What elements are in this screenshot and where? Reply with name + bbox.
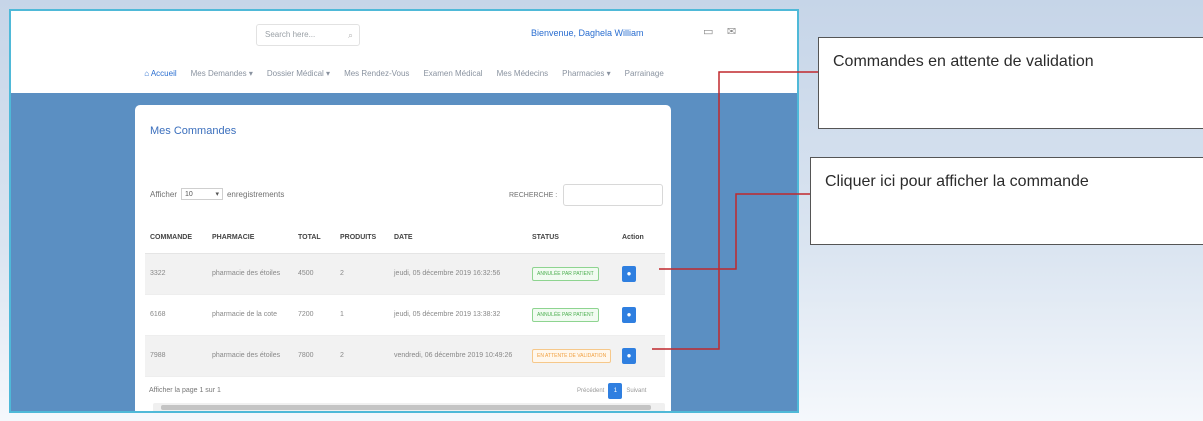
caret-down-icon: ▾ — [215, 191, 219, 198]
nav-item-accueil[interactable]: ⌂ Accueil — [144, 69, 176, 78]
cell-total: 4500 — [293, 253, 335, 295]
nav-item-mes-medecins[interactable]: Mes Médecins — [497, 69, 549, 78]
col-produits[interactable]: PRODUITS — [335, 223, 389, 254]
cell-produits: 2 — [335, 335, 389, 377]
id-card-icon[interactable]: ▭ — [703, 25, 713, 38]
cell-status: EN ATTENTE DE VALIDATION — [527, 335, 617, 377]
main-nav: ⌂ Accueil Mes Demandes ▾ Dossier Médical… — [11, 69, 797, 78]
cell-produits: 2 — [335, 253, 389, 295]
scrollbar-thumb[interactable] — [161, 405, 651, 410]
cell-date: jeudi, 05 décembre 2019 13:38:32 — [389, 294, 527, 336]
length-prefix: Afficher — [150, 189, 177, 199]
page-length-select[interactable]: 10 ▾ — [180, 188, 223, 200]
cell-status: ANNULÉE PAR PATIENT — [527, 294, 617, 336]
cell-produits: 1 — [335, 294, 389, 336]
nav-item-pharmacies[interactable]: Pharmacies ▾ — [562, 69, 610, 78]
cell-total: 7200 — [293, 294, 335, 336]
cell-date: jeudi, 05 décembre 2019 16:32:56 — [389, 253, 527, 295]
col-date[interactable]: DATE — [389, 223, 527, 254]
horizontal-scrollbar[interactable] — [153, 403, 665, 411]
nav-item-mes-demandes[interactable]: Mes Demandes ▾ — [191, 69, 253, 78]
status-badge: ANNULÉE PAR PATIENT — [532, 266, 599, 281]
length-suffix: enregistrements — [226, 189, 285, 199]
search-input[interactable]: Search here... ⌕ — [256, 24, 360, 46]
cell-pharmacie: pharmacie des étoiles — [207, 253, 293, 295]
table-search: RECHERCHE : — [509, 184, 664, 206]
eye-icon: ● — [626, 268, 632, 278]
nav-item-parrainage[interactable]: Parrainage — [625, 69, 664, 78]
col-commande[interactable]: COMMANDE — [145, 223, 207, 254]
orders-table: COMMANDE PHARMACIE TOTAL PRODUITS DATE S… — [145, 223, 665, 377]
orders-card: Mes Commandes Afficher 10 ▾ enregistremen… — [135, 105, 671, 411]
page-length-control: Afficher 10 ▾ enregistrements — [150, 188, 284, 200]
cell-pharmacie: pharmacie de la cote — [207, 294, 293, 336]
cell-commande: 3322 — [145, 253, 207, 295]
cell-total: 7800 — [293, 335, 335, 377]
length-value: 10 — [184, 190, 193, 198]
pager-current-page[interactable]: 1 — [608, 383, 623, 399]
cell-commande: 6168 — [145, 294, 207, 336]
table-row: 7988 pharmacie des étoiles 7800 2 vendre… — [145, 335, 665, 377]
status-badge: ANNULÉE PAR PATIENT — [532, 307, 599, 322]
eye-icon: ● — [626, 309, 632, 319]
view-order-button[interactable]: ● — [622, 306, 636, 323]
table-row: 6168 pharmacie de la cote 7200 1 jeudi, … — [145, 294, 665, 336]
nav-item-examen-medical[interactable]: Examen Médical — [423, 69, 482, 78]
status-badge: EN ATTENTE DE VALIDATION — [532, 348, 612, 363]
view-order-button[interactable]: ● — [622, 347, 636, 364]
col-total[interactable]: TOTAL — [293, 223, 335, 254]
col-action: Action — [617, 223, 665, 254]
table-header-row: COMMANDE PHARMACIE TOTAL PRODUITS DATE S… — [145, 223, 665, 254]
cell-pharmacie: pharmacie des étoiles — [207, 335, 293, 377]
page-title: Mes Commandes — [150, 125, 237, 137]
col-status[interactable]: STATUS — [527, 223, 617, 254]
nav-item-rendez-vous[interactable]: Mes Rendez-Vous — [344, 69, 409, 78]
cell-commande: 7988 — [145, 335, 207, 377]
app-screenshot: Search here... ⌕ Bienvenue, Daghela Will… — [9, 9, 799, 413]
home-icon: ⌂ — [144, 69, 151, 78]
table-search-label: RECHERCHE : — [509, 191, 558, 199]
table-row: 3322 pharmacie des étoiles 4500 2 jeudi,… — [145, 253, 665, 295]
callout-view-order-text: Cliquer ici pour afficher la commande — [825, 173, 1089, 190]
pagination: Précédent 1 Suivant — [577, 383, 646, 399]
eye-icon: ● — [626, 350, 632, 360]
callout-view-order: Cliquer ici pour afficher la commande — [810, 157, 1203, 245]
search-icon: ⌕ — [347, 30, 353, 40]
welcome-user-link[interactable]: Bienvenue, Daghela William — [531, 28, 644, 38]
mail-icon[interactable]: ✉ — [727, 25, 736, 38]
table-info: Afficher la page 1 sur 1 — [149, 387, 221, 394]
cell-action: ● — [617, 335, 665, 377]
col-pharmacie[interactable]: PHARMACIE — [207, 223, 293, 254]
top-bar: Search here... ⌕ Bienvenue, Daghela Will… — [11, 11, 797, 93]
cell-action: ● — [617, 294, 665, 336]
cell-action: ● — [617, 253, 665, 295]
pager-previous[interactable]: Précédent — [577, 388, 604, 394]
view-order-button[interactable]: ● — [622, 265, 636, 282]
cell-status: ANNULÉE PAR PATIENT — [527, 253, 617, 295]
search-placeholder: Search here... — [265, 30, 316, 39]
cell-date: vendredi, 06 décembre 2019 10:49:26 — [389, 335, 527, 377]
table-search-input[interactable] — [563, 184, 664, 206]
nav-item-dossier-medical[interactable]: Dossier Médical ▾ — [267, 69, 330, 78]
callout-pending-text: Commandes en attente de validation — [833, 53, 1094, 70]
pager-next[interactable]: Suivant — [626, 388, 646, 394]
callout-pending-orders: Commandes en attente de validation — [818, 37, 1203, 129]
